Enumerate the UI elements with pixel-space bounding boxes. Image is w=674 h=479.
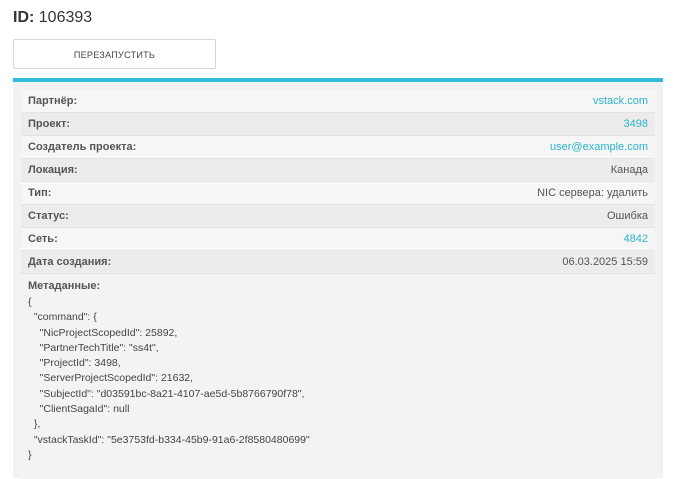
detail-row-created-date: Дата создания: 06.03.2025 15:59 xyxy=(21,251,655,274)
metadata-section: Метаданные: { "command": { "NicProjectSc… xyxy=(21,274,655,479)
detail-key: Локация: xyxy=(28,164,78,176)
detail-row-project: Проект: 3498 xyxy=(21,113,655,136)
network-link[interactable]: 4842 xyxy=(624,233,648,245)
created-date-value: 06.03.2025 15:59 xyxy=(562,256,648,268)
detail-row-partner: Партнёр: vstack.com xyxy=(21,90,655,113)
partner-link[interactable]: vstack.com xyxy=(593,95,648,107)
location-value: Канада xyxy=(610,164,648,176)
type-value: NIC сервера: удалить xyxy=(537,187,648,199)
detail-row-project-creator: Создатель проекта: user@example.com xyxy=(21,136,655,159)
detail-key: Партнёр: xyxy=(28,95,78,107)
restart-button[interactable]: ПЕРЕЗАПУСТИТЬ xyxy=(13,39,216,69)
detail-key: Тип: xyxy=(28,187,52,199)
detail-row-location: Локация: Канада xyxy=(21,159,655,182)
detail-row-status: Статус: Ошибка xyxy=(21,205,655,228)
detail-row-type: Тип: NIC сервера: удалить xyxy=(21,182,655,205)
detail-key: Проект: xyxy=(28,118,71,130)
status-value: Ошибка xyxy=(607,210,648,222)
detail-row-network: Сеть: 4842 xyxy=(21,228,655,251)
metadata-json: { "command": { "NicProjectScopedId": 258… xyxy=(28,296,310,461)
details-panel: Партнёр: vstack.com Проект: 3498 Создате… xyxy=(13,78,663,479)
id-label: ID: xyxy=(13,9,35,26)
detail-key: Создатель проекта: xyxy=(28,141,137,153)
details-table: Партнёр: vstack.com Проект: 3498 Создате… xyxy=(21,90,655,479)
project-link[interactable]: 3498 xyxy=(624,118,648,130)
metadata-label: Метаданные: xyxy=(28,280,101,292)
detail-key: Дата создания: xyxy=(28,256,112,268)
detail-key: Сеть: xyxy=(28,233,58,245)
project-creator-link[interactable]: user@example.com xyxy=(550,141,648,153)
detail-key: Статус: xyxy=(28,210,69,222)
page-title: ID: 106393 xyxy=(13,9,92,27)
id-value: 106393 xyxy=(38,9,93,26)
